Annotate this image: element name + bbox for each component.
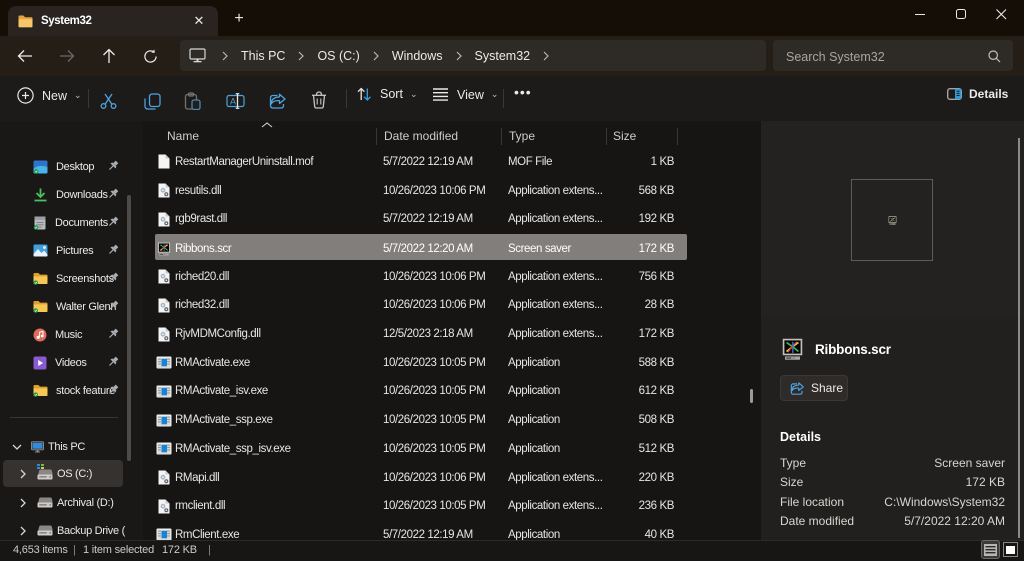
svg-text:A: A xyxy=(230,97,236,107)
